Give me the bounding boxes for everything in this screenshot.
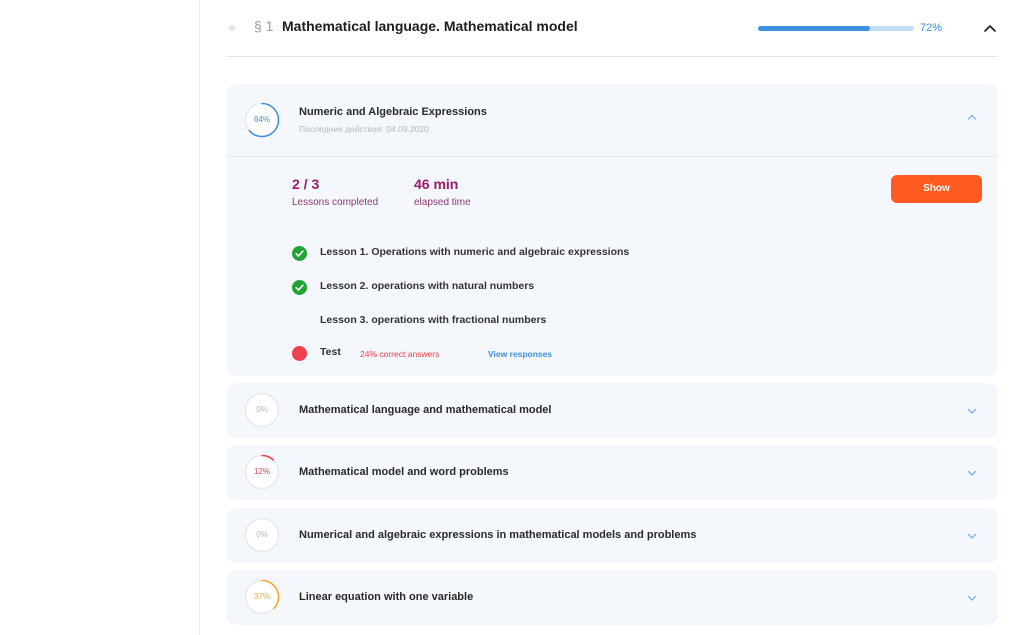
check-circle-icon xyxy=(292,280,307,295)
failed-circle-icon xyxy=(292,346,307,361)
topic-title: Numerical and algebraic expressions in m… xyxy=(299,529,697,541)
chevron-down-icon[interactable] xyxy=(966,592,978,604)
lesson-item[interactable]: Lesson 3. operations with fractional num… xyxy=(292,313,892,329)
topic-percent: 64% xyxy=(253,115,270,124)
topic-card[interactable]: 12% Mathematical model and word problems xyxy=(226,445,998,500)
topic-card[interactable]: 0% Mathematical language and mathematica… xyxy=(226,383,998,438)
section-progress-bar xyxy=(758,26,914,31)
chevron-down-icon[interactable] xyxy=(966,405,978,417)
topic-percent: 0% xyxy=(256,530,268,539)
section-header[interactable]: § 1 Mathematical language. Mathematical … xyxy=(226,0,998,57)
elapsed-time-label: elapsed time xyxy=(414,197,471,208)
topic-title: Mathematical model and word problems xyxy=(299,466,509,478)
topic-percent: 37% xyxy=(253,592,270,601)
lesson-item[interactable]: Lesson 1. Operations with numeric and al… xyxy=(292,245,892,261)
view-responses-link[interactable]: View responses xyxy=(488,349,552,359)
section-progress-label: 72% xyxy=(920,22,943,34)
check-circle-icon xyxy=(292,246,307,261)
chevron-up-icon[interactable] xyxy=(982,20,998,36)
topic-title: Mathematical language and mathematical m… xyxy=(299,404,552,416)
topic-card[interactable]: 37% Linear equation with one variable xyxy=(226,570,998,625)
section-progress-fill xyxy=(758,26,871,31)
lessons-completed-label: Lessons completed xyxy=(292,197,379,208)
test-label: Test xyxy=(320,346,341,358)
topic-title[interactable]: Numeric and Algebraic Expressions xyxy=(299,106,487,118)
lesson-label: Lesson 3. operations with fractional num… xyxy=(320,314,547,326)
lesson-item[interactable]: Lesson 2. operations with natural number… xyxy=(292,279,892,295)
section-number: § 1 xyxy=(254,18,274,34)
course-content: § 1 Mathematical language. Mathematical … xyxy=(200,0,1024,635)
section-title: Mathematical language. Mathematical mode… xyxy=(282,18,578,34)
lessons-completed-value: 2 / 3 xyxy=(292,176,320,192)
test-item[interactable]: Test 24% correct answers View responses xyxy=(292,345,892,361)
sidebar xyxy=(0,0,200,635)
test-correct-answers: 24% correct answers xyxy=(360,349,440,359)
section-status-dot xyxy=(229,25,235,31)
topic-percent: 0% xyxy=(256,405,268,414)
divider xyxy=(226,156,998,157)
topic-percent: 12% xyxy=(253,467,270,476)
last-action-date: Последние действия: 04.09.2020 xyxy=(299,124,429,134)
topic-title: Linear equation with one variable xyxy=(299,591,474,603)
elapsed-time-value: 46 min xyxy=(414,176,459,192)
show-button[interactable]: Show xyxy=(891,175,982,203)
chevron-up-icon[interactable] xyxy=(966,111,978,123)
topic-card-expanded: 64% Numeric and Algebraic Expressions По… xyxy=(226,84,998,376)
chevron-down-icon[interactable] xyxy=(966,467,978,479)
lesson-label: Lesson 1. Operations with numeric and al… xyxy=(320,246,630,258)
chevron-down-icon[interactable] xyxy=(966,530,978,542)
lesson-label: Lesson 2. operations with natural number… xyxy=(320,280,535,292)
topic-card[interactable]: 0% Numerical and algebraic expressions i… xyxy=(226,508,998,563)
